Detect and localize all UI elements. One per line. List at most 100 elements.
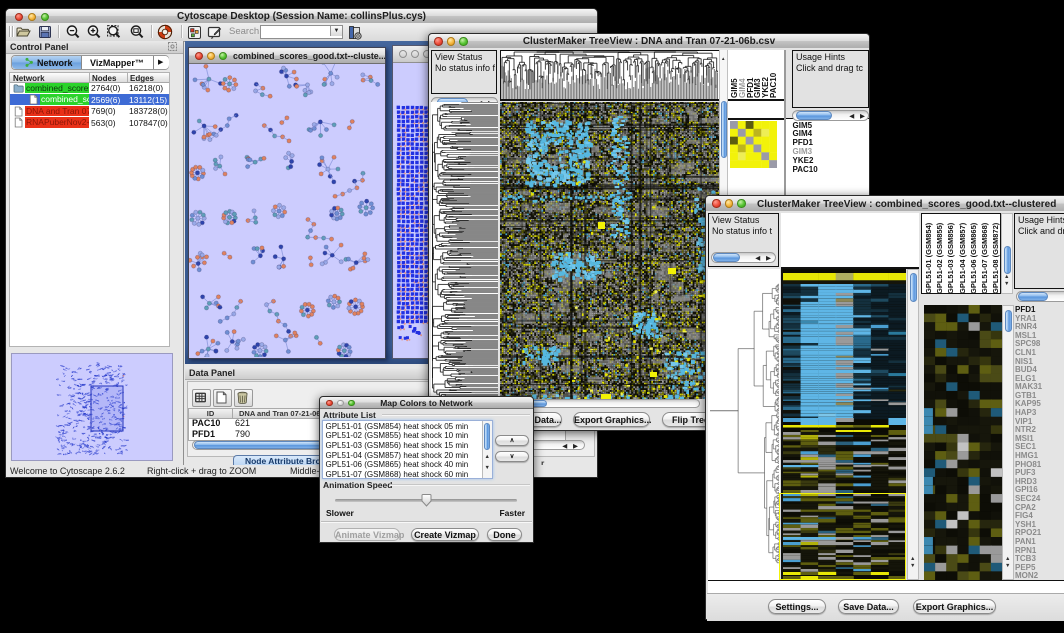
inactive-close-button[interactable] — [399, 50, 407, 58]
tv2-left-dendrogram[interactable] — [708, 269, 780, 580]
main-title-bar[interactable]: Cytoscape Desktop (Session Name: collins… — [6, 9, 597, 24]
move-down-button[interactable]: ∨ — [495, 451, 529, 462]
tv1-usage-scroll-arrows[interactable]: ◀ ▶ — [849, 112, 867, 120]
tv2-main-vscroll-thumb[interactable] — [910, 273, 917, 302]
attribute-list-item[interactable]: GPL51-03 (GSM856) heat shock 15 min — [326, 441, 469, 450]
attribute-list[interactable]: GPL51-01 (GSM854) heat shock 05 minGPL51… — [322, 420, 493, 479]
preferences-icon[interactable] — [347, 25, 363, 40]
tv2-collabel-scrollbar[interactable]: ▲▼ — [1001, 213, 1013, 294]
zoom-in-icon[interactable] — [86, 24, 102, 40]
frame-minimize-button[interactable] — [207, 52, 215, 60]
annotation-icon[interactable] — [207, 25, 223, 40]
search-input[interactable]: ▼ — [260, 25, 343, 39]
vizmapper-icon[interactable] — [187, 25, 202, 40]
table-row[interactable]: DNA and Tran 07769(0)183728(0) — [10, 105, 169, 117]
open-file-icon[interactable] — [15, 24, 31, 40]
nodes-count: 2569(6) — [91, 95, 120, 105]
tab-network[interactable]: Network — [12, 56, 82, 69]
dialog-button-done[interactable]: Done — [487, 528, 522, 541]
attribute-list-item[interactable]: GPL51-02 (GSM855) heat shock 10 min — [326, 431, 469, 440]
overview-thumbnail-canvas[interactable] — [12, 354, 170, 458]
tv1-heatmap-canvas[interactable] — [500, 102, 719, 399]
dialog-separator — [321, 521, 532, 522]
attribute-list-scrollbar[interactable]: ▲▼ — [482, 421, 493, 478]
inactive-minimize-button[interactable] — [411, 50, 419, 58]
tv2-status-scrollbar[interactable]: ◀ ▶ — [711, 252, 776, 263]
list-down-icon[interactable]: ▼ — [485, 465, 490, 471]
dialog-button-animatevizmap[interactable]: Animate Vizmap — [334, 528, 400, 541]
zoom-out-icon[interactable] — [65, 24, 81, 40]
tv2-title-bar[interactable]: ClusterMaker TreeView : combined_scores_… — [706, 196, 1064, 212]
network-tab-icon — [24, 57, 34, 68]
tv1-button-exportgraphics[interactable]: Export Graphics... — [573, 412, 650, 427]
move-up-button[interactable]: ∧ — [495, 435, 529, 446]
search-dropdown-button[interactable]: ▼ — [330, 26, 342, 36]
save-icon[interactable] — [37, 24, 53, 40]
frame-close-button[interactable] — [195, 52, 203, 60]
tv2-collabel-arrows[interactable]: ▲▼ — [1004, 274, 1011, 288]
tv1-vscroll-thumb[interactable] — [721, 101, 727, 158]
splitter[interactable] — [9, 346, 168, 352]
tv1-scroll-up-icon[interactable]: ▲ — [721, 56, 725, 61]
tv2-usage-scrollbar[interactable] — [1016, 291, 1064, 302]
animation-speed-slider[interactable] — [335, 494, 517, 508]
row-id[interactable]: PAC10 — [192, 418, 220, 428]
delete-attribute-icon[interactable] — [234, 389, 253, 407]
table-row[interactable]: combined_sco2569(6)13112(15) — [10, 94, 169, 106]
tv2-summary-thumb[interactable] — [1005, 310, 1012, 332]
tv1-title-bar[interactable]: ClusterMaker TreeView : DNA and Tran 07-… — [429, 34, 869, 49]
tv1-usage-scrollbar[interactable]: ◀ ▶ — [792, 110, 869, 121]
tv2-collabel-thumb[interactable] — [1004, 246, 1011, 274]
tab-vizmapper[interactable]: VizMapper™ — [82, 56, 153, 69]
tv2-usage-scroll-thumb[interactable] — [1018, 292, 1048, 301]
float-panel-icon[interactable] — [168, 42, 177, 51]
row-value[interactable]: 790 — [235, 429, 250, 439]
table-row[interactable]: combined_scores2764(0)16218(0) — [10, 82, 169, 94]
row-value[interactable]: 621 — [235, 418, 250, 428]
slider-thumb[interactable] — [421, 494, 432, 507]
tv2-summary-arrows[interactable]: ▲▼ — [1005, 556, 1012, 570]
network-view-frame[interactable]: combined_scores_good.txt--cluste... — [188, 47, 386, 359]
tv2-summary-scrollbar[interactable]: ▲▼ — [1002, 305, 1014, 580]
attribute-table-icon[interactable] — [192, 389, 211, 407]
id-column-header[interactable]: ID — [189, 409, 233, 418]
tv1-left-dendrogram[interactable] — [431, 102, 498, 399]
new-attribute-icon[interactable] — [213, 389, 232, 407]
attribute-list-thumb[interactable] — [484, 423, 491, 450]
tv1-summary-heatmap[interactable] — [730, 121, 777, 168]
status-welcome: Welcome to Cytoscape 2.6.2 — [10, 466, 125, 476]
list-up-icon[interactable]: ▲ — [485, 454, 490, 460]
frame-zoom-button[interactable] — [219, 52, 227, 60]
zoom-selected-icon[interactable] — [129, 24, 145, 40]
row-id[interactable]: PFD1 — [192, 429, 215, 439]
zoom-fit-icon[interactable] — [106, 24, 122, 40]
data-scrollbar-arrows[interactable]: ◀ ▶ — [562, 442, 580, 450]
tab-network-label: Network — [37, 58, 73, 68]
network-canvas[interactable] — [189, 64, 385, 357]
attribute-list-item[interactable]: GPL51-04 (GSM857) heat shock 20 min — [326, 451, 469, 460]
tv2-status-scroll-thumb[interactable] — [713, 253, 740, 262]
tv2-summary-heatmap[interactable] — [924, 305, 1002, 580]
value-column-header[interactable]: DNA and Tran 07-21-06b — [239, 409, 325, 418]
column-divider — [127, 73, 128, 82]
tv1-top-dendrogram[interactable] — [501, 51, 719, 99]
dialog-button-createvizmap[interactable]: Create Vizmap — [411, 528, 479, 541]
network-overview-panel[interactable] — [11, 353, 173, 461]
tv1-usage-scroll-thumb[interactable] — [796, 111, 832, 120]
tab-overflow-button[interactable]: ▶ — [153, 56, 169, 69]
tv2-close-button[interactable] — [712, 199, 721, 208]
attribute-list-item[interactable]: GPL51-06 (GSM865) heat shock 40 min — [326, 460, 469, 469]
tv2-button-savedata[interactable]: Save Data... — [838, 599, 899, 614]
tv2-button-exportgraphics[interactable]: Export Graphics... — [913, 599, 996, 614]
table-row[interactable]: RNAPuberNov2+563(0)107847(0) — [10, 117, 169, 129]
tv2-zoom-button[interactable] — [737, 199, 746, 208]
tv2-minimize-button[interactable] — [725, 199, 734, 208]
attribute-list-item[interactable]: GPL51-01 (GSM854) heat shock 05 min — [326, 422, 469, 431]
tv2-selected-cluster-outline — [779, 493, 906, 580]
help-lifering-icon[interactable] — [157, 24, 173, 40]
tv2-main-scroll-arrows[interactable]: ▲▼ — [910, 556, 917, 570]
attribute-list-item[interactable]: GPL51-07 (GSM868) heat shock 60 min — [326, 470, 469, 479]
tv2-button-settings[interactable]: Settings... — [768, 599, 826, 614]
tv2-status-scroll-arrows[interactable]: ◀ ▶ — [755, 254, 773, 262]
tv2-main-vscrollbar[interactable]: ▲▼ — [907, 269, 919, 580]
